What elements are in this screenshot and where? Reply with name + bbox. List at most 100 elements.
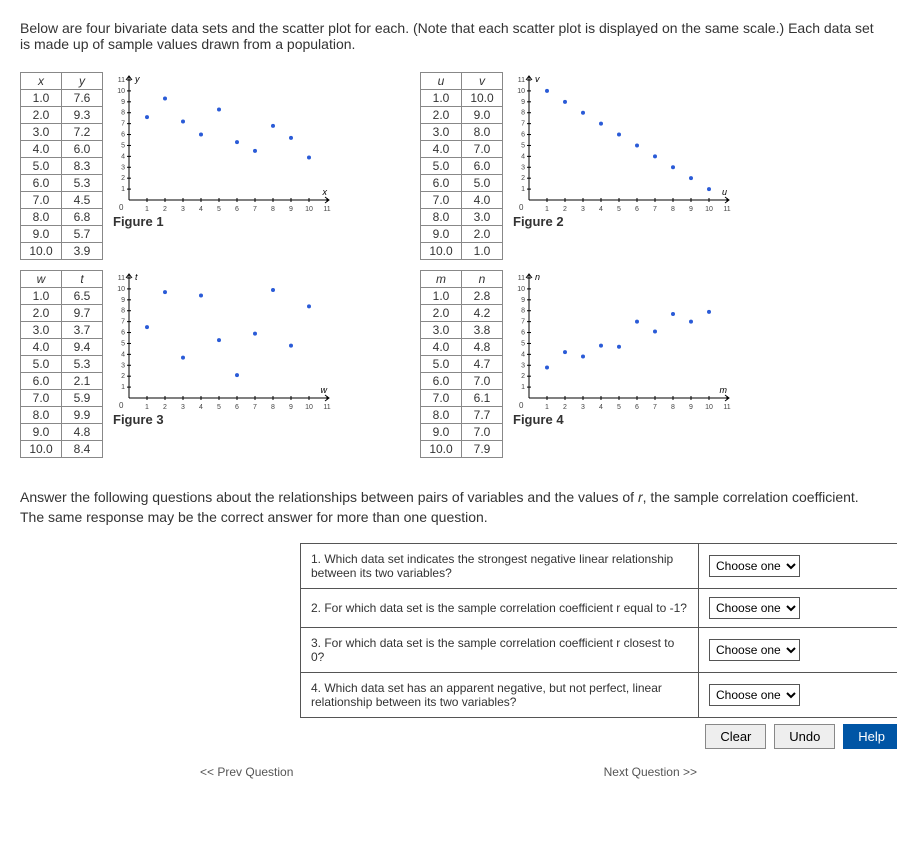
question-row: 1. Which data set indicates the stronges…: [301, 544, 897, 589]
svg-text:9: 9: [121, 99, 125, 106]
answer-dropdown[interactable]: Choose one: [709, 597, 800, 619]
svg-text:6: 6: [521, 330, 525, 337]
table-cell: 6.0: [21, 373, 62, 390]
table-cell: 5.3: [62, 175, 103, 192]
table-cell: 7.2: [62, 124, 103, 141]
data-panel: wt1.06.52.09.73.03.74.09.45.05.36.02.17.…: [20, 270, 420, 458]
col-header: n: [462, 271, 503, 288]
svg-text:0: 0: [519, 401, 524, 410]
table-cell: 2.8: [462, 288, 503, 305]
table-cell: 5.3: [62, 356, 103, 373]
svg-text:7: 7: [121, 121, 125, 128]
table-cell: 6.8: [62, 209, 103, 226]
table-cell: 8.0: [462, 124, 503, 141]
prev-question-link[interactable]: << Prev Question: [200, 765, 293, 779]
table-cell: 8.0: [21, 407, 62, 424]
answer-dropdown[interactable]: Choose one: [709, 555, 800, 577]
table-cell: 4.0: [462, 192, 503, 209]
data-table: xy1.07.62.09.33.07.24.06.05.08.36.05.37.…: [20, 72, 103, 260]
table-cell: 4.5: [62, 192, 103, 209]
data-point: [253, 149, 257, 153]
table-cell: 9.0: [462, 107, 503, 124]
table-cell: 8.3: [62, 158, 103, 175]
svg-text:10: 10: [117, 286, 125, 293]
data-point: [307, 304, 311, 308]
table-cell: 9.3: [62, 107, 103, 124]
svg-text:7: 7: [521, 319, 525, 326]
svg-text:y: y: [134, 74, 140, 84]
table-cell: 6.5: [62, 288, 103, 305]
table-cell: 4.0: [21, 339, 62, 356]
table-cell: 7.0: [462, 424, 503, 441]
svg-text:u: u: [722, 187, 727, 197]
svg-text:6: 6: [521, 132, 525, 139]
table-cell: 8.4: [62, 441, 103, 458]
svg-text:2: 2: [121, 175, 125, 182]
svg-text:w: w: [321, 385, 328, 395]
table-cell: 9.0: [21, 226, 62, 243]
data-point: [581, 111, 585, 115]
table-cell: 5.9: [62, 390, 103, 407]
data-point: [581, 355, 585, 359]
svg-text:5: 5: [521, 340, 525, 347]
table-cell: 10.0: [421, 441, 462, 458]
nav-row: << Prev Question Next Question >>: [20, 765, 877, 779]
svg-text:7: 7: [521, 121, 525, 128]
scatter-plot: 112233445566778899101011110xy: [111, 72, 331, 212]
svg-text:9: 9: [121, 297, 125, 304]
data-point: [617, 133, 621, 137]
svg-text:v: v: [535, 74, 540, 84]
svg-text:x: x: [322, 187, 328, 197]
scatter-plot: 112233445566778899101011110wt: [111, 270, 331, 410]
table-cell: 6.0: [421, 175, 462, 192]
table-cell: 8.0: [421, 209, 462, 226]
table-cell: 6.0: [62, 141, 103, 158]
data-point: [599, 122, 603, 126]
clear-button[interactable]: Clear: [705, 724, 766, 749]
data-point: [307, 155, 311, 159]
data-panel: uv1.010.02.09.03.08.04.07.05.06.06.05.07…: [420, 72, 820, 260]
svg-text:1: 1: [121, 186, 125, 193]
svg-text:n: n: [535, 272, 540, 282]
svg-text:11: 11: [518, 77, 525, 84]
svg-text:8: 8: [521, 308, 525, 315]
table-cell: 2.1: [62, 373, 103, 390]
question-text: 2. For which data set is the sample corr…: [301, 589, 699, 628]
answer-dropdown[interactable]: Choose one: [709, 639, 800, 661]
question-text: 3. For which data set is the sample corr…: [301, 628, 699, 673]
svg-text:6: 6: [121, 132, 125, 139]
table-cell: 9.0: [421, 226, 462, 243]
table-cell: 9.0: [421, 424, 462, 441]
table-cell: 4.7: [462, 356, 503, 373]
data-point: [563, 100, 567, 104]
svg-text:8: 8: [121, 308, 125, 315]
next-question-link[interactable]: Next Question >>: [604, 765, 697, 779]
svg-text:10: 10: [117, 88, 125, 95]
help-button[interactable]: Help: [843, 724, 897, 749]
question-row: 4. Which data set has an apparent negati…: [301, 673, 897, 718]
data-point: [635, 143, 639, 147]
svg-text:m: m: [720, 385, 728, 395]
table-cell: 1.0: [421, 90, 462, 107]
table-cell: 7.0: [462, 141, 503, 158]
svg-text:4: 4: [121, 153, 125, 160]
button-row: Clear Undo Help: [300, 724, 897, 749]
table-cell: 3.0: [462, 209, 503, 226]
col-header: w: [21, 271, 62, 288]
question-table: 1. Which data set indicates the stronges…: [300, 543, 897, 718]
svg-text:3: 3: [121, 362, 125, 369]
data-point: [271, 288, 275, 292]
svg-text:2: 2: [121, 373, 125, 380]
table-cell: 4.0: [21, 141, 62, 158]
figure-caption: Figure 4: [511, 410, 731, 427]
svg-text:1: 1: [521, 186, 525, 193]
svg-text:0: 0: [119, 203, 124, 212]
data-point: [707, 310, 711, 314]
data-table: uv1.010.02.09.03.08.04.07.05.06.06.05.07…: [420, 72, 503, 260]
table-cell: 4.8: [462, 339, 503, 356]
answer-dropdown[interactable]: Choose one: [709, 684, 800, 706]
table-cell: 2.0: [421, 107, 462, 124]
table-cell: 3.0: [21, 124, 62, 141]
question-text: 1. Which data set indicates the stronges…: [301, 544, 699, 589]
undo-button[interactable]: Undo: [774, 724, 835, 749]
